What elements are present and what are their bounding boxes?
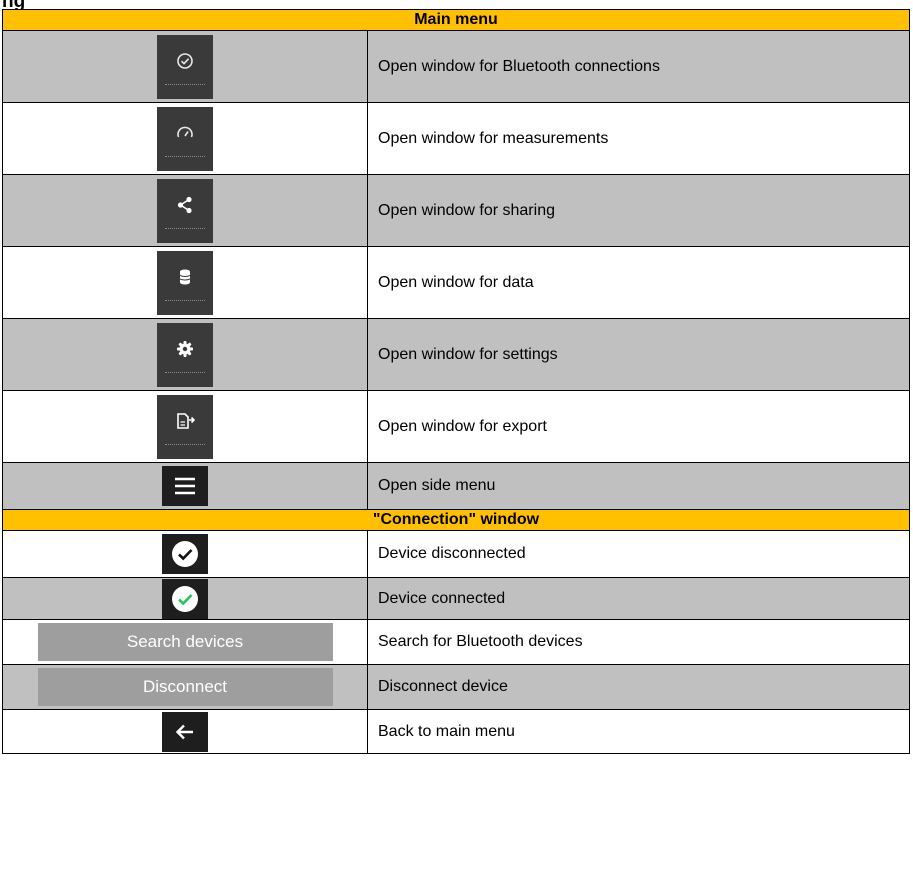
row-description: Open window for sharing: [367, 174, 910, 247]
table-row: Device disconnected: [2, 530, 910, 578]
section-header-label: "Connection" window: [2, 509, 910, 531]
table-row: Open window for export: [2, 390, 910, 463]
table-row: Disconnect Disconnect device: [2, 664, 910, 710]
row-description: Open window for settings: [367, 318, 910, 391]
table-row: Open window for sharing: [2, 174, 910, 247]
row-description: Search for Bluetooth devices: [367, 619, 910, 665]
row-description: Back to main menu: [367, 709, 910, 754]
table-row: Open window for Bluetooth connections: [2, 30, 910, 103]
section-header-label: Main menu: [2, 9, 910, 31]
share-icon: [157, 178, 213, 243]
table-row: Open side menu: [2, 462, 910, 510]
row-description: Device connected: [367, 577, 910, 620]
table-row: Open window for settings: [2, 318, 910, 391]
table-row: Back to main menu: [2, 709, 910, 754]
gear-icon: [157, 322, 213, 387]
table-row: Open window for measurements: [2, 102, 910, 175]
row-description: Open window for measurements: [367, 102, 910, 175]
row-description: Device disconnected: [367, 530, 910, 578]
check-circle-icon: [157, 34, 213, 99]
gauge-icon: [157, 106, 213, 171]
check-circle-white-icon: [162, 534, 208, 574]
section-header-connection-window: "Connection" window: [2, 509, 910, 531]
disconnect-button-sample: Disconnect: [37, 668, 333, 706]
icon-legend-table: Main menu Open window for Bluetooth conn…: [2, 9, 910, 754]
row-description: Open window for data: [367, 246, 910, 319]
export-icon: [157, 394, 213, 459]
row-description: Open window for export: [367, 390, 910, 463]
search-devices-button-sample: Search devices: [37, 623, 333, 661]
check-circle-green-icon: [162, 578, 208, 619]
back-arrow-icon: [162, 711, 208, 752]
table-row: Open window for data: [2, 246, 910, 319]
row-description: Disconnect device: [367, 664, 910, 710]
hamburger-menu-icon: [162, 466, 208, 506]
table-row: Search devices Search for Bluetooth devi…: [2, 619, 910, 665]
row-description: Open side menu: [367, 462, 910, 510]
table-row: Device connected: [2, 577, 910, 620]
database-icon: [157, 250, 213, 315]
section-header-main-menu: Main menu: [2, 9, 910, 31]
row-description: Open window for Bluetooth connections: [367, 30, 910, 103]
